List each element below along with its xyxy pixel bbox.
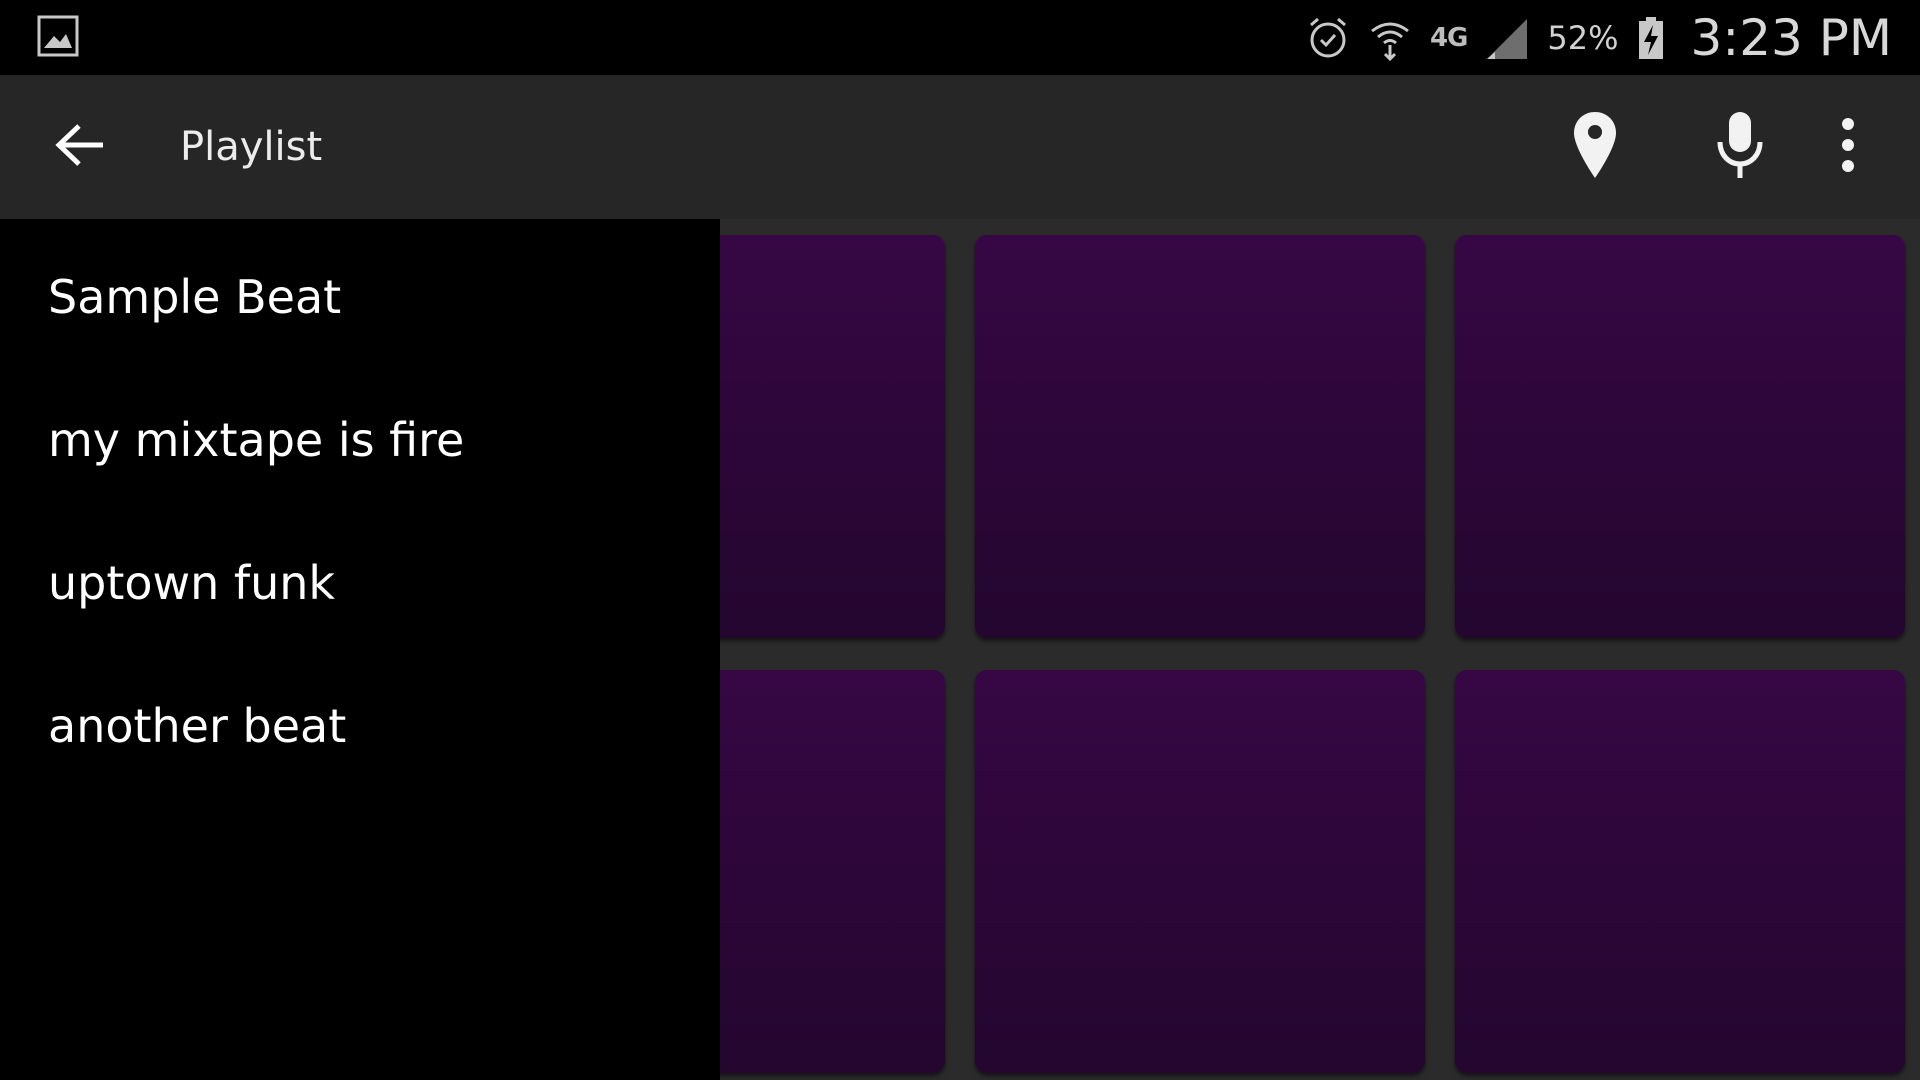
wifi-icon — [1368, 15, 1412, 61]
app-bar: Playlist — [0, 75, 1920, 219]
playlist-item[interactable]: my mixtape is fire — [0, 369, 720, 512]
signal-icon — [1485, 15, 1529, 61]
playlist-item[interactable]: another beat — [0, 655, 720, 798]
gallery-icon — [36, 14, 80, 58]
microphone-icon — [1715, 110, 1765, 184]
pad-3[interactable] — [1455, 235, 1905, 638]
more-vert-icon — [1838, 117, 1858, 177]
pad-6[interactable] — [1455, 670, 1905, 1073]
pad-5[interactable] — [975, 670, 1425, 1073]
clock: 3:23 PM — [1690, 8, 1892, 67]
network-4g-icon: 4G — [1429, 22, 1468, 53]
page-title: Playlist — [180, 124, 323, 170]
playlist-item[interactable]: Sample Beat — [0, 226, 720, 369]
microphone-button[interactable] — [1704, 111, 1776, 183]
status-icons: 4G 52% 3:23 PM — [1306, 0, 1892, 75]
status-bar: 4G 52% 3:23 PM — [0, 0, 1920, 75]
pad-2[interactable] — [975, 235, 1425, 638]
battery-charging-icon — [1637, 15, 1665, 61]
location-button[interactable] — [1559, 111, 1631, 183]
back-button[interactable] — [50, 117, 110, 177]
battery-percent: 52% — [1547, 18, 1619, 57]
playlist-drawer: Sample Beat my mixtape is fire uptown fu… — [0, 219, 720, 1080]
overflow-menu-button[interactable] — [1812, 111, 1884, 183]
alarm-icon — [1306, 15, 1350, 61]
location-pin-icon — [1572, 110, 1618, 184]
playlist-item[interactable]: uptown funk — [0, 512, 720, 655]
back-arrow-icon — [53, 122, 107, 172]
